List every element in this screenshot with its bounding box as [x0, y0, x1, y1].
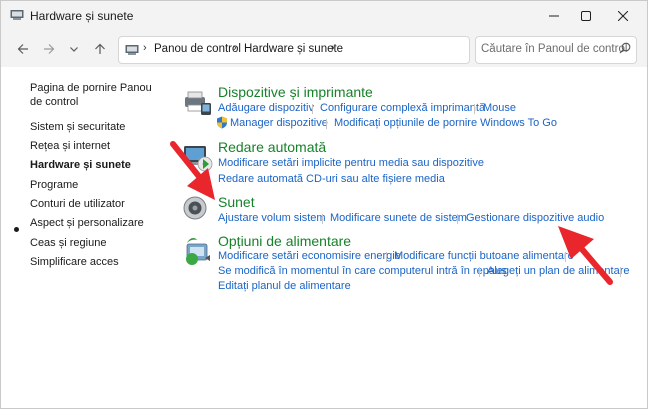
link-adjust-system-volume[interactable]: Ajustare volum sistem: [218, 212, 326, 224]
link-change-default-media[interactable]: Modificare setări implicite pentru media…: [218, 157, 484, 169]
link-advanced-printer-setup[interactable]: Configurare complexă imprimantă: [320, 102, 485, 114]
link-mouse[interactable]: Mouse: [483, 102, 516, 114]
link-autoplay-cds[interactable]: Redare automată CD-uri sau alte fișiere …: [218, 173, 445, 185]
minimize-icon: [549, 15, 559, 17]
control-panel-window: Hardware și sunete › Panou de control › …: [0, 0, 648, 409]
sidebar-item-system-security[interactable]: Sistem și securitate: [30, 120, 125, 134]
speaker-icon[interactable]: [181, 194, 213, 226]
sidebar-item-programs[interactable]: Programe: [30, 178, 78, 192]
link-change-power-buttons[interactable]: Modificare funcții butoane alimentare: [394, 250, 574, 262]
printer-icon[interactable]: [181, 85, 213, 117]
chevron-down-icon: [70, 47, 78, 52]
sidebar-item-home[interactable]: Pagina de pornire Panou de control: [30, 81, 155, 109]
window-title: Hardware și sunete: [30, 9, 134, 23]
uac-shield-icon: [217, 116, 227, 129]
link-separator: [322, 214, 323, 224]
link-separator: [479, 267, 480, 277]
arrow-left-icon: [17, 44, 28, 54]
autoplay-icon[interactable]: [181, 140, 213, 172]
category-title-sound[interactable]: Sunet: [218, 194, 255, 210]
search-icon: [619, 42, 631, 54]
breadcrumb-hardware-si-sunete[interactable]: Hardware și sunete: [244, 43, 343, 55]
chevron-right-icon[interactable]: ›: [143, 42, 147, 54]
sidebar-item-appearance[interactable]: Aspect și personalizare: [30, 216, 144, 230]
main-content: Dispozitive și imprimante Adăugare dispo…: [166, 67, 647, 408]
link-change-system-sounds[interactable]: Modificare sunete de sistem: [330, 212, 467, 224]
chevron-right-icon[interactable]: ›: [233, 42, 237, 54]
arrow-up-icon: [95, 43, 105, 54]
link-device-manager[interactable]: Manager dispozitive: [230, 117, 328, 129]
up-button[interactable]: [91, 40, 109, 58]
link-change-power-saving[interactable]: Modificare setări economisire energie: [218, 250, 401, 262]
control-panel-icon: [125, 45, 139, 55]
breadcrumb-panou-de-control[interactable]: Panou de control: [154, 43, 241, 55]
control-panel-app-icon: [10, 10, 24, 20]
link-separator: [326, 119, 327, 129]
navigation-bar: › Panou de control › Hardware și sunete …: [1, 31, 647, 67]
category-title-power-options[interactable]: Opțiuni de alimentare: [218, 233, 351, 249]
close-icon: [618, 11, 628, 21]
close-button[interactable]: [601, 1, 645, 31]
link-separator: [620, 267, 621, 277]
back-button[interactable]: [14, 40, 32, 58]
active-indicator-dot: [14, 227, 19, 232]
recent-locations-button[interactable]: [65, 40, 83, 58]
sidebar-item-hardware-sound[interactable]: Hardware și sunete: [30, 158, 131, 172]
link-manage-audio-devices[interactable]: Gestionare dispozitive audio: [466, 212, 604, 224]
title-bar: Hardware și sunete: [1, 1, 647, 31]
sidebar-item-user-accounts[interactable]: Conturi de utilizator: [30, 197, 125, 211]
link-add-device[interactable]: Adăugare dispozitiv: [218, 102, 314, 114]
address-bar[interactable]: › Panou de control › Hardware și sunete …: [118, 36, 573, 64]
link-choose-power-plan[interactable]: Alegeți un plan de alimentare: [487, 265, 629, 277]
chevron-right-icon[interactable]: ›: [331, 42, 335, 54]
link-separator: [386, 252, 387, 262]
link-change-sleep-time[interactable]: Se modifică în momentul în care computer…: [218, 265, 507, 277]
search-input[interactable]: Căutare în Panoul de control: [475, 36, 637, 64]
link-edit-power-plan[interactable]: Editați planul de alimentare: [218, 280, 351, 292]
category-title-autoplay[interactable]: Redare automată: [218, 139, 326, 155]
link-windows-to-go[interactable]: Modificați opțiunile de pornire Windows …: [334, 117, 557, 129]
category-title-devices-printers[interactable]: Dispozitive și imprimante: [218, 84, 373, 100]
arrow-right-icon: [44, 44, 55, 54]
forward-button[interactable]: [40, 40, 58, 58]
sidebar-item-network[interactable]: Rețea și internet: [30, 139, 110, 153]
sidebar: Pagina de pornire Panou de control Siste…: [1, 67, 166, 408]
search-placeholder: Căutare în Panoul de control: [481, 43, 628, 55]
link-separator: [565, 252, 566, 262]
link-separator: [457, 214, 458, 224]
link-separator: [312, 104, 313, 114]
maximize-icon: [581, 11, 591, 21]
link-separator: [474, 104, 475, 114]
sidebar-item-clock-region[interactable]: Ceas și regiune: [30, 236, 106, 250]
power-options-icon[interactable]: [181, 234, 213, 266]
sidebar-item-ease-of-access[interactable]: Simplificare acces: [30, 255, 119, 269]
